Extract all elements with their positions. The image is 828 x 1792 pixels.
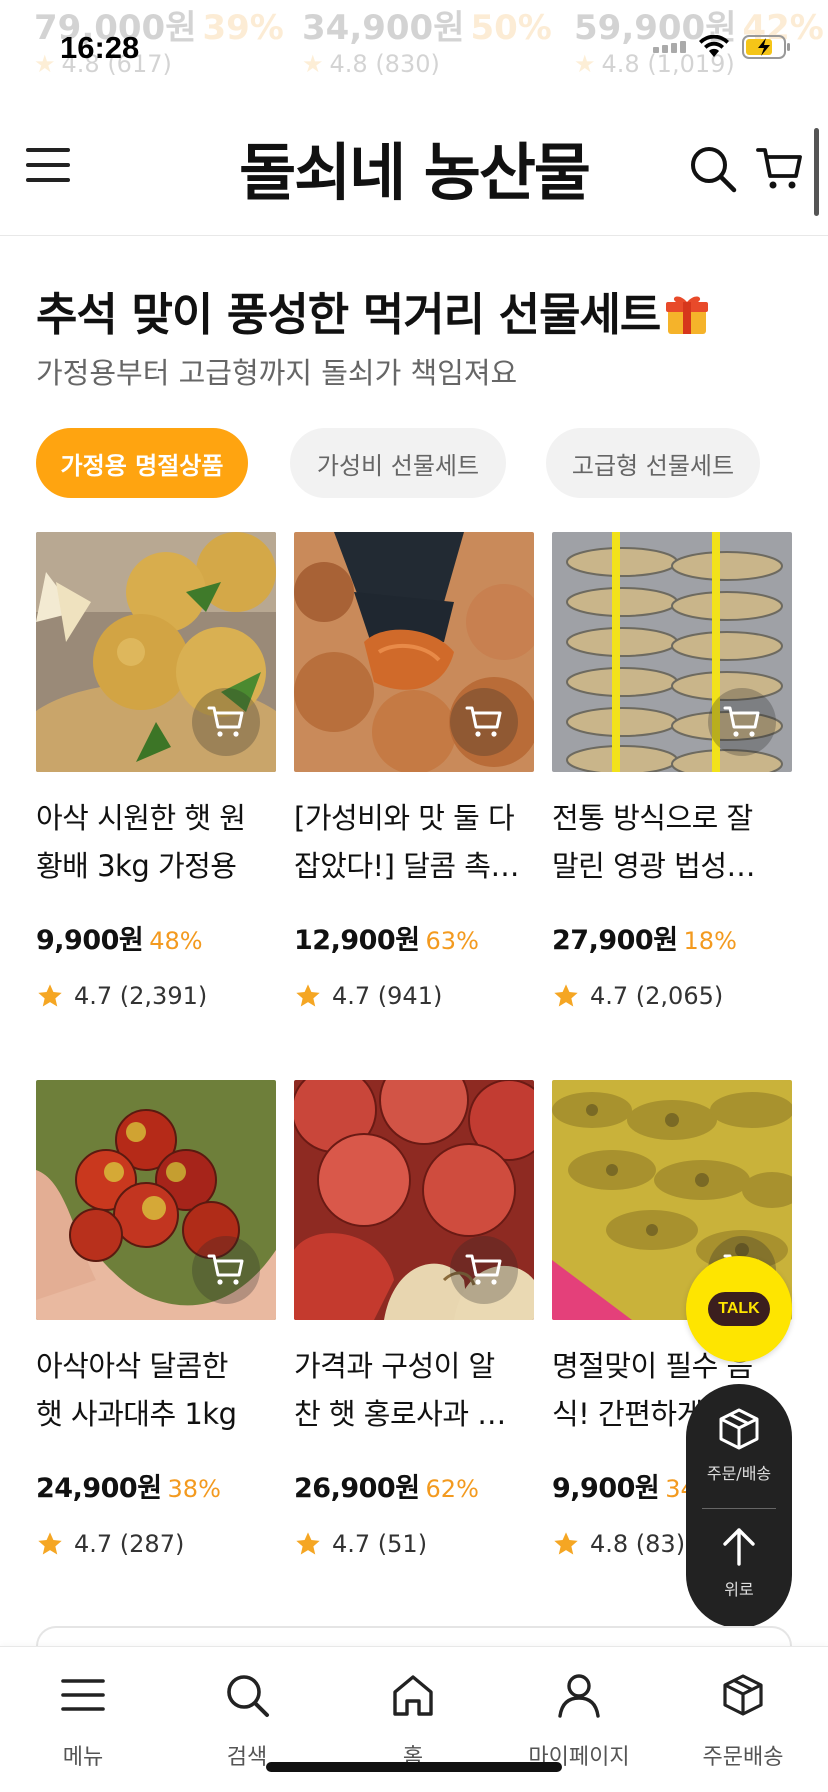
nav-orders[interactable]: 주문배송	[668, 1669, 818, 1771]
kakao-talk-button[interactable]: TALK	[686, 1256, 792, 1362]
add-to-cart-icon[interactable]	[708, 688, 776, 756]
user-icon	[504, 1669, 654, 1721]
product-image-dried-persimmons[interactable]	[294, 532, 534, 772]
nav-orders-label: 주문배송	[702, 1745, 784, 1770]
add-to-cart-icon[interactable]	[192, 688, 260, 756]
product-name[interactable]: 아삭 시원한 햇 원 황배 3kg 가정용	[36, 794, 276, 890]
discount-rate: 63%	[425, 927, 479, 955]
product-rating: 4.7 (287)	[36, 1530, 184, 1558]
discount-rate: 38%	[167, 1475, 221, 1503]
product-name[interactable]: 전통 방식으로 잘 말린 영광 법성…	[552, 794, 792, 890]
discount-rate: 18%	[683, 927, 737, 955]
add-to-cart-icon[interactable]	[450, 688, 518, 756]
app-screen: 79,000원 39% ★ 4.8 (617) 34,900원 50% ★ 4.8 (8…	[0, 0, 828, 1792]
star-icon	[38, 1532, 62, 1555]
add-to-cart-icon[interactable]	[450, 1236, 518, 1304]
scroll-indicator	[814, 128, 819, 216]
product-price: 27,900원 18%	[552, 925, 737, 956]
box-icon	[668, 1669, 818, 1721]
star-icon	[296, 1532, 320, 1555]
cellular-signal-icon	[653, 41, 686, 53]
star-icon	[38, 984, 62, 1007]
box-icon	[719, 1408, 759, 1450]
status-time: 16:28	[60, 30, 140, 65]
status-bar: 16:28	[0, 0, 828, 100]
product-image-red-apples[interactable]	[294, 1080, 534, 1320]
menu-icon	[8, 1669, 158, 1721]
tab-premium-gift-set[interactable]: 고급형 선물세트	[546, 428, 760, 498]
product-card[interactable]: 아삭 시원한 햇 원 황배 3kg 가정용 9,900원 48% 4.7 (2,39…	[36, 532, 276, 1010]
app-header: 돌쇠네 농산물	[0, 100, 828, 236]
product-rating: 4.7 (941)	[294, 982, 442, 1010]
scroll-top-label: 위로	[724, 1580, 754, 1599]
search-icon	[172, 1669, 322, 1721]
product-name[interactable]: [가성비와 맛 둘 다 잡았다!] 달콤 촉…	[294, 794, 534, 890]
order-delivery-label: 주문/배송	[706, 1464, 772, 1483]
product-card[interactable]: [가성비와 맛 둘 다 잡았다!] 달콤 촉… 12,900원 63% 4.7 (9…	[294, 532, 534, 1010]
add-to-cart-icon[interactable]	[192, 1236, 260, 1304]
product-price: 9,900원 48%	[36, 925, 203, 956]
home-icon	[338, 1669, 488, 1721]
divider	[702, 1508, 776, 1509]
product-rating: 4.7 (51)	[294, 1530, 427, 1558]
cart-icon[interactable]	[756, 144, 802, 192]
product-name[interactable]: 가격과 구성이 알찬 햇 홍로사과 …	[294, 1342, 534, 1438]
product-card[interactable]: 가격과 구성이 알찬 햇 홍로사과 … 26,900원 62% 4.7 (51)	[294, 1080, 534, 1558]
discount-rate: 62%	[425, 1475, 479, 1503]
nav-menu[interactable]: 메뉴	[8, 1669, 158, 1771]
order-delivery-button[interactable]: 주문/배송	[686, 1406, 792, 1484]
nav-search[interactable]: 검색	[172, 1669, 322, 1771]
product-rating: 4.7 (2,391)	[36, 982, 207, 1010]
section-subtitle: 가정용부터 고급형까지 돌쇠가 책임져요	[36, 356, 518, 390]
section-title: 추석 맞이 풍성한 먹거리 선물세트	[36, 278, 710, 347]
product-name[interactable]: 아삭아삭 달콤한 햇 사과대추 1kg	[36, 1342, 276, 1438]
talk-label: TALK	[708, 1292, 770, 1326]
star-icon	[554, 984, 578, 1007]
product-image-apple-jujubes[interactable]	[36, 1080, 276, 1320]
battery-charging-icon	[742, 34, 792, 60]
search-icon[interactable]	[688, 144, 738, 194]
nav-home[interactable]: 홈	[338, 1669, 488, 1771]
product-price: 26,900원 62%	[294, 1473, 479, 1504]
product-card[interactable]: 아삭아삭 달콤한 햇 사과대추 1kg 24,900원 38% 4.7 (287)	[36, 1080, 276, 1558]
product-rating: 4.8 (83)	[552, 1530, 685, 1558]
nav-mypage[interactable]: 마이페이지	[504, 1669, 654, 1771]
arrow-up-icon	[723, 1528, 755, 1566]
product-image-asian-pears[interactable]	[36, 532, 276, 772]
tab-household[interactable]: 가정용 명절상품	[36, 428, 248, 498]
home-indicator	[266, 1762, 562, 1772]
product-card[interactable]: 전통 방식으로 잘 말린 영광 법성… 27,900원 18% 4.7 (2,065…	[552, 532, 792, 1010]
star-icon	[554, 1532, 578, 1555]
floating-action-panel: 주문/배송 위로	[686, 1384, 792, 1628]
gift-icon	[664, 290, 710, 347]
product-price: 24,900원 38%	[36, 1473, 221, 1504]
wifi-icon	[698, 35, 730, 59]
discount-rate: 48%	[149, 927, 203, 955]
tab-value-gift-set[interactable]: 가성비 선물세트	[290, 428, 506, 498]
star-icon	[296, 984, 320, 1007]
scroll-top-button[interactable]: 위로	[686, 1524, 792, 1600]
product-image-dried-yellow-croaker[interactable]	[552, 532, 792, 772]
product-price: 12,900원 63%	[294, 925, 479, 956]
product-rating: 4.7 (2,065)	[552, 982, 723, 1010]
nav-menu-label: 메뉴	[62, 1745, 104, 1770]
